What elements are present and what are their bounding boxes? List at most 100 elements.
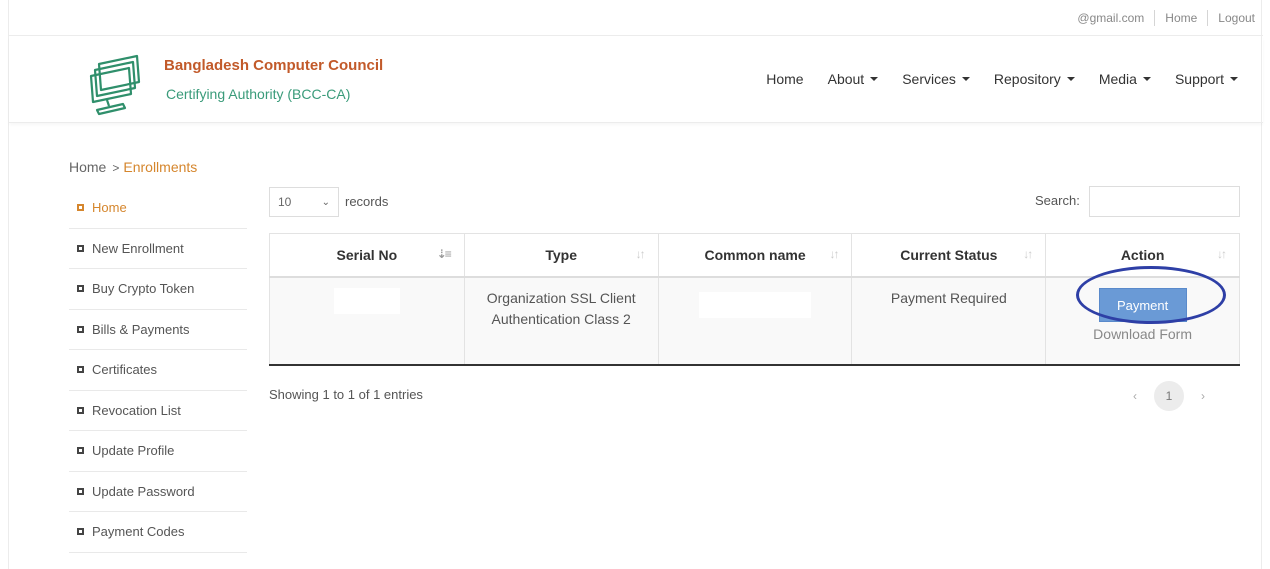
sidebar-item-update-password[interactable]: Update Password [69,472,247,512]
nav-label: About [827,71,865,87]
sidebar-item-label: Update Password [92,483,195,499]
column-label: Serial No [336,246,398,263]
sort-icon[interactable]: ↓↑ [636,247,646,261]
caret-down-icon [1066,77,1075,81]
table-row: Organization SSL Client Authentication C… [269,276,1240,366]
sidebar-item-label: Payment Codes [92,524,185,540]
sidebar-item-update-profile[interactable]: Update Profile [69,431,247,472]
nav-media[interactable]: Media [1099,71,1151,87]
sort-desc-icon[interactable]: ⇣≡ [437,247,452,261]
records-per-page-value: 10 [278,195,292,209]
square-bullet-icon [77,366,84,374]
column-label: Current Status [900,246,998,263]
sidebar-item-label: Home [92,200,127,216]
nav-label: Home [766,71,804,87]
table-header-row: Serial No ⇣≡ Type ↓↑ Common name ↓↑ Curr… [269,233,1240,278]
nav-label: Media [1098,71,1137,87]
nav-repository[interactable]: Repository [994,71,1075,87]
column-label: Common name [704,246,806,263]
column-header-common-name[interactable]: Common name ↓↑ [657,233,853,278]
brand-subtitle: Certifying Authority (BCC-CA) [166,86,351,102]
column-label: Type [545,246,577,263]
square-bullet-icon [77,447,84,455]
top-utility-bar: @gmail.com Home Logout [9,0,1263,36]
nav-services[interactable]: Services [902,71,970,87]
next-page-button[interactable]: › [1192,389,1214,403]
nav-label: Services [902,71,956,87]
caret-down-icon [961,77,970,81]
redacted-common-name [699,291,812,318]
pagination: ‹ 1 › [1124,381,1214,411]
caret-down-icon [1142,77,1151,81]
breadcrumb-home[interactable]: Home [69,159,106,175]
download-form-link[interactable]: Download Form [1046,324,1239,345]
account-links: @gmail.com Home Logout [1067,10,1255,26]
nav-home[interactable]: Home [766,71,803,87]
chevron-down-icon: ⌄ [321,197,330,208]
column-label: Action [1120,246,1165,263]
page-1-button[interactable]: 1 [1154,381,1184,411]
sort-icon[interactable]: ↓↑ [829,247,839,261]
square-bullet-icon [77,244,84,252]
enrollments-table: Serial No ⇣≡ Type ↓↑ Common name ↓↑ Curr… [269,233,1240,366]
records-label: records [345,194,389,209]
sidebar-item-label: Buy Crypto Token [92,281,195,297]
square-bullet-icon [77,204,84,212]
main-nav: Home About Services Repository Media Sup… [742,71,1238,87]
type-value: Organization SSL Client Authentication C… [486,289,636,327]
sidebar-item-label: New Enrollment [92,240,184,256]
sidebar-item-revocation-list[interactable]: Revocation List [69,391,247,431]
status-value: Payment Required [890,289,1007,306]
cell-serial-no [269,276,465,366]
column-header-current-status[interactable]: Current Status ↓↑ [851,233,1047,278]
column-header-action[interactable]: Action ↓↑ [1045,233,1240,278]
square-bullet-icon [77,487,84,495]
monitor-logo-icon[interactable] [87,52,159,118]
sidebar-item-new-enrollment[interactable]: New Enrollment [69,229,247,269]
sidebar-item-label: Bills & Payments [92,321,190,337]
cell-type: Organization SSL Client Authentication C… [463,276,659,366]
search-input[interactable] [1089,186,1240,217]
square-bullet-icon [77,285,84,293]
square-bullet-icon [77,325,84,333]
nav-support[interactable]: Support [1175,71,1238,87]
table-info: Showing 1 to 1 of 1 entries [269,387,423,402]
sidebar-item-buy-crypto-token[interactable]: Buy Crypto Token [69,269,247,310]
page-frame: @gmail.com Home Logout Bangladesh Comput… [8,0,1263,569]
nav-label: Repository [993,71,1061,87]
sidebar-item-home[interactable]: Home [69,188,247,229]
caret-down-icon [1230,77,1238,81]
user-email: @gmail.com [1077,11,1145,25]
cell-current-status: Payment Required [851,276,1047,366]
previous-page-button[interactable]: ‹ [1124,389,1146,403]
column-header-serial-no[interactable]: Serial No ⇣≡ [269,233,465,278]
records-per-page-select[interactable]: 10 ⌄ [269,187,339,217]
sidebar-item-bills-payments[interactable]: Bills & Payments [69,310,247,350]
sidebar-item-label: Revocation List [92,402,181,418]
payment-button[interactable]: Payment [1098,287,1187,322]
sidebar-item-label: Update Profile [92,443,175,459]
cell-action: Payment Download Form [1045,276,1240,366]
brand-title[interactable]: Bangladesh Computer Council [164,57,383,74]
caret-down-icon [870,77,879,81]
sort-icon[interactable]: ↓↑ [1023,247,1033,261]
search-label: Search: [1035,193,1080,208]
sort-icon[interactable]: ↓↑ [1217,247,1227,261]
sidebar-item-payment-codes[interactable]: Payment Codes [69,512,247,553]
breadcrumb-separator: > [112,161,120,175]
logout-link[interactable]: Logout [1208,11,1255,25]
top-home-link[interactable]: Home [1155,11,1207,25]
square-bullet-icon [77,528,84,536]
sidebar: Home New Enrollment Buy Crypto Token Bil… [69,188,247,553]
redacted-serial-no [333,287,400,314]
breadcrumb-current: Enrollments [123,159,198,175]
cell-common-name [657,276,853,366]
nav-about[interactable]: About [828,71,879,87]
site-header: Bangladesh Computer Council Certifying A… [9,37,1263,123]
sidebar-item-label: Certificates [92,362,158,378]
breadcrumb: Home > Enrollments [69,159,197,175]
sidebar-item-certificates[interactable]: Certificates [69,350,247,391]
column-header-type[interactable]: Type ↓↑ [463,233,659,278]
square-bullet-icon [77,406,84,414]
nav-label: Support [1174,71,1224,87]
